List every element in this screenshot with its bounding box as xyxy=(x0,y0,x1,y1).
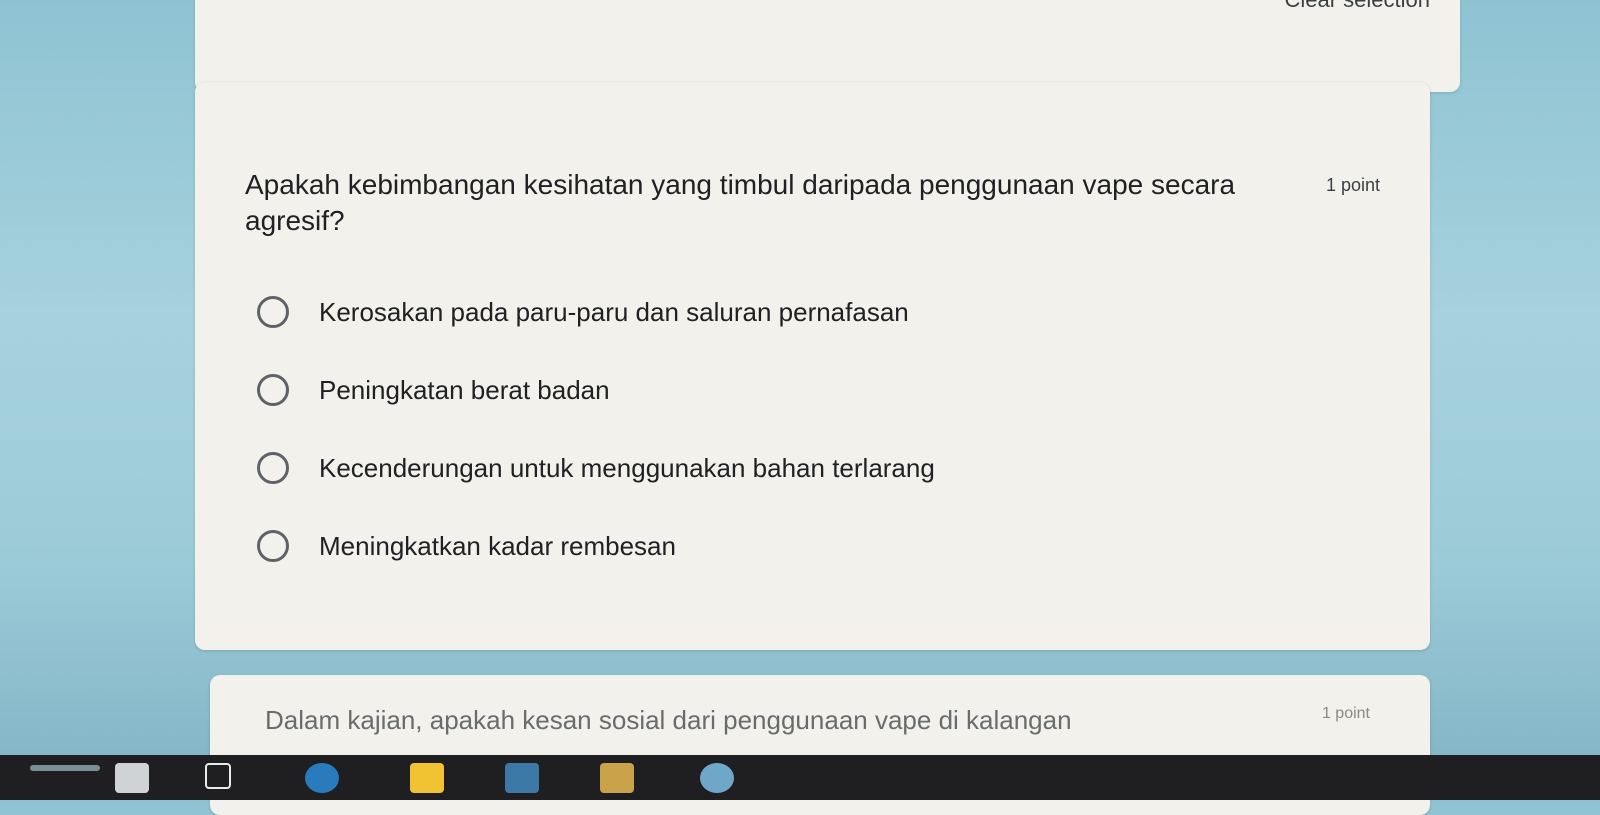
option-label: Kecenderungan untuk menggunakan bahan te… xyxy=(319,452,935,483)
photos-icon[interactable] xyxy=(700,763,734,793)
notes-icon[interactable] xyxy=(305,763,339,793)
launcher-icon[interactable] xyxy=(30,765,100,771)
option-2[interactable]: Peningkatan berat badan xyxy=(257,365,935,415)
radio-button[interactable] xyxy=(257,530,289,562)
question-title: Apakah kebimbangan kesihatan yang timbul… xyxy=(245,169,1236,236)
chrome-icon[interactable] xyxy=(205,763,231,789)
option-label: Peningkatan berat badan xyxy=(319,374,610,405)
option-3[interactable]: Kecenderungan untuk menggunakan bahan te… xyxy=(257,443,935,493)
files-icon[interactable] xyxy=(115,763,149,793)
previous-question-card: Clear selection xyxy=(195,0,1460,92)
next-question-points: 1 point xyxy=(1321,705,1370,722)
question-card: Apakah kebimbangan kesihatan yang timbul… xyxy=(195,82,1430,650)
option-4[interactable]: Meningkatkan kadar rembesan xyxy=(257,521,935,571)
taskbar xyxy=(0,755,1600,800)
radio-button[interactable] xyxy=(257,452,289,484)
question-points: 1 point xyxy=(1325,175,1380,195)
next-question-title: Dalam kajian, apakah kesan sosial dari p… xyxy=(265,705,1072,735)
options-list: Kerosakan pada paru-paru dan saluran per… xyxy=(257,287,935,599)
radio-button[interactable] xyxy=(257,374,289,406)
option-1[interactable]: Kerosakan pada paru-paru dan saluran per… xyxy=(257,287,935,337)
radio-button[interactable] xyxy=(257,296,289,328)
gmail-icon[interactable] xyxy=(410,763,444,793)
option-label: Meningkatkan kadar rembesan xyxy=(319,530,676,561)
edge-icon[interactable] xyxy=(600,763,634,793)
option-label: Kerosakan pada paru-paru dan saluran per… xyxy=(319,296,909,327)
drive-icon[interactable] xyxy=(505,763,539,793)
clear-selection-button[interactable]: Clear selection xyxy=(1278,0,1436,14)
